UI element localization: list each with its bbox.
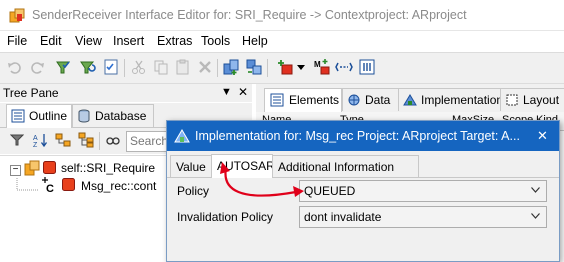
tree-view-icon[interactable] <box>78 132 94 148</box>
invalidation-policy-label: Invalidation Policy <box>177 210 274 224</box>
tab-data[interactable]: Data <box>342 88 400 111</box>
app-icon <box>9 8 25 23</box>
tab-elements[interactable]: Elements <box>264 88 342 113</box>
tab-database[interactable]: Database <box>72 104 154 127</box>
move-element-icon[interactable] <box>245 58 263 76</box>
tree-pane-title: Tree Pane <box>3 86 59 100</box>
dropdown-arrow-icon[interactable] <box>296 58 306 76</box>
database-icon <box>78 109 90 123</box>
element-c-icon: C <box>42 177 54 193</box>
svg-text:A: A <box>33 135 38 142</box>
add-mapping-icon[interactable]: M <box>313 58 331 76</box>
tab-outline[interactable]: Outline <box>6 104 72 129</box>
implementation-icon <box>403 94 417 106</box>
menu-insert[interactable]: Insert <box>113 34 144 48</box>
dialog-close-icon[interactable]: ✕ <box>537 128 548 144</box>
menu-file[interactable]: File <box>7 34 27 48</box>
menubar: File Edit View Insert Extras Tools Help <box>0 31 564 52</box>
policy-value: QUEUED <box>304 184 356 198</box>
undo-icon[interactable] <box>6 58 24 76</box>
tab-layout[interactable]: Layout <box>500 88 564 111</box>
data-icon <box>348 94 360 106</box>
menu-view[interactable]: View <box>75 34 102 48</box>
layout-icon <box>506 94 518 106</box>
menu-help[interactable]: Help <box>242 34 268 48</box>
chevron-down-icon <box>531 187 540 193</box>
red-square-icon <box>43 161 56 174</box>
tab-data-label: Data <box>365 93 391 107</box>
checklist-icon[interactable] <box>102 58 120 76</box>
dialog-title: Implementation for: Msg_rec Project: ARp… <box>195 129 520 143</box>
tree-pane-close-icon[interactable]: ✕ <box>238 85 248 99</box>
tab-outline-label: Outline <box>29 109 68 123</box>
tab-implementation[interactable]: Implementation <box>398 88 504 111</box>
tree-item-label[interactable]: self::SRI_Require <box>61 161 155 175</box>
main-toolbar: M <box>0 52 564 84</box>
annotation-arrow <box>220 162 304 197</box>
add-element-icon[interactable] <box>222 58 240 76</box>
tab-implementation-label: Implementation <box>421 93 504 107</box>
interface-icon <box>24 160 40 176</box>
sort-az-icon[interactable]: AZ <box>32 132 48 148</box>
check-icon[interactable] <box>54 58 72 76</box>
tree-item-label[interactable]: Msg_rec::cont <box>81 179 156 193</box>
add-port-icon[interactable] <box>276 58 294 76</box>
copy-icon[interactable] <box>152 58 170 76</box>
dialog-icon <box>174 129 190 143</box>
cut-icon[interactable] <box>130 58 148 76</box>
tree-expander[interactable]: − <box>10 165 21 176</box>
link-icon[interactable] <box>335 58 353 76</box>
svg-text:C: C <box>46 183 54 193</box>
policy-select[interactable]: QUEUED <box>299 180 547 202</box>
invalidation-policy-value: dont invalidate <box>304 210 382 224</box>
tab-elements-label: Elements <box>289 93 340 107</box>
glasses-icon[interactable] <box>106 134 120 146</box>
tree-search-placeholder: Search <box>130 134 169 148</box>
delete-icon[interactable] <box>196 58 214 76</box>
invalidation-policy-select[interactable]: dont invalidate <box>299 206 547 228</box>
tab-database-label: Database <box>95 109 147 123</box>
svg-text:Z: Z <box>33 142 38 148</box>
filter-icon[interactable] <box>10 133 24 147</box>
elements-icon <box>270 93 284 107</box>
svg-text:M: M <box>314 60 321 69</box>
menu-extras[interactable]: Extras <box>157 34 192 48</box>
grid-icon[interactable] <box>358 58 376 76</box>
outline-icon <box>11 109 25 123</box>
group-icon[interactable] <box>55 132 71 148</box>
red-square-icon <box>62 178 75 191</box>
window-title: SenderReceiver Interface Editor for: SRI… <box>32 8 467 22</box>
tab-layout-label: Layout <box>523 93 560 107</box>
tree-pane-menu-icon[interactable]: ▼ <box>221 86 232 98</box>
chevron-down-icon <box>531 213 540 219</box>
editor-tabs: Elements Data Implementation Layout <box>256 84 564 113</box>
paste-icon[interactable] <box>174 58 192 76</box>
refresh-icon[interactable] <box>78 58 96 76</box>
redo-icon[interactable] <box>28 58 46 76</box>
menu-edit[interactable]: Edit <box>40 34 62 48</box>
menu-tools[interactable]: Tools <box>201 34 230 48</box>
